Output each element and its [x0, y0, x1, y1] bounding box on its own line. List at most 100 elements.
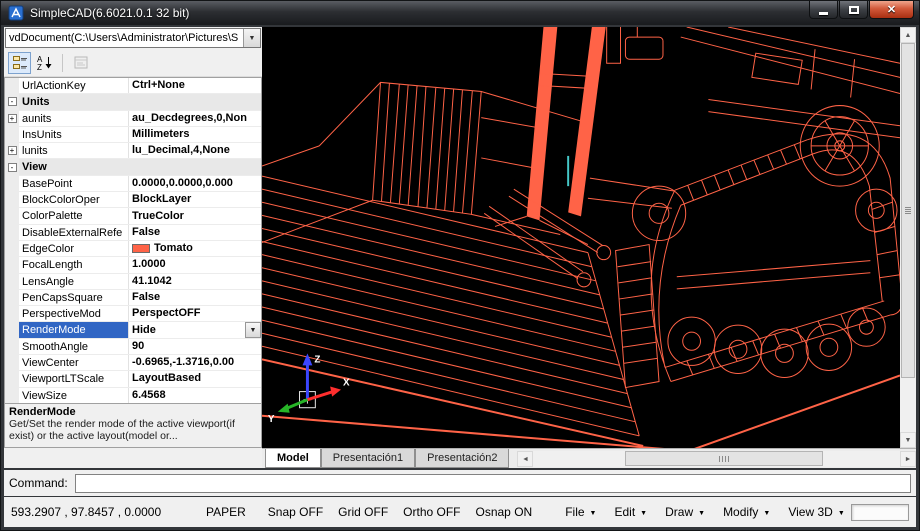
status-toggle[interactable]: Osnap ON	[476, 505, 533, 519]
property-value[interactable]: TrueColor	[129, 208, 261, 223]
property-row[interactable]: + aunits au_Decdegrees,0,Non	[5, 111, 261, 127]
property-name[interactable]: ViewCenter	[19, 355, 129, 370]
status-toggle[interactable]: Grid OFF	[338, 505, 388, 519]
property-name[interactable]: PerspectiveMod	[19, 306, 129, 321]
drawing-viewport[interactable]: Z X Y	[262, 27, 900, 448]
close-button[interactable]: ✕	[869, 1, 914, 19]
layout-tab[interactable]: Presentación1	[321, 449, 415, 468]
property-row[interactable]: - Units	[5, 94, 261, 110]
status-menu[interactable]: Modify ▼	[723, 505, 770, 519]
command-input[interactable]	[75, 474, 911, 493]
minimize-button[interactable]	[809, 1, 838, 19]
property-row[interactable]: LensAngle 41.1042	[5, 274, 261, 290]
property-value[interactable]: False	[129, 225, 261, 240]
property-name[interactable]: BasePoint	[19, 176, 129, 191]
viewport-hscrollbar[interactable]: ◄ ►	[517, 451, 916, 467]
property-value[interactable]: Millimeters	[129, 127, 261, 142]
status-menu-label: Draw	[665, 505, 693, 519]
property-value[interactable]: LayoutBased	[129, 371, 261, 386]
scroll-up-icon[interactable]: ▲	[900, 27, 916, 43]
maximize-button[interactable]	[839, 1, 868, 19]
property-value[interactable]: BlockLayer	[129, 192, 261, 207]
property-row[interactable]: BasePoint 0.0000,0.0000,0.000	[5, 176, 261, 192]
property-value[interactable]: 41.1042	[129, 274, 261, 289]
scroll-left-icon[interactable]: ◄	[517, 451, 533, 467]
property-name[interactable]: lunits	[19, 143, 129, 158]
vscroll-track[interactable]	[900, 43, 916, 432]
scroll-down-icon[interactable]: ▼	[900, 432, 916, 448]
title-bar[interactable]: SimpleCAD(6.6021.0.1 32 bit) ✕	[1, 1, 919, 25]
property-name[interactable]: View	[19, 159, 129, 174]
layout-tab[interactable]: Model	[265, 449, 321, 468]
status-toggle[interactable]: Ortho OFF	[403, 505, 460, 519]
status-toggle[interactable]: Snap OFF	[268, 505, 323, 519]
property-name[interactable]: BlockColorOper	[19, 192, 129, 207]
property-name[interactable]: LensAngle	[19, 274, 129, 289]
status-menu[interactable]: View 3D ▼	[788, 505, 844, 519]
property-row[interactable]: InsUnits Millimeters	[5, 127, 261, 143]
property-name[interactable]: ViewportLTScale	[19, 371, 129, 386]
property-value[interactable]: Hide ▼	[129, 322, 261, 337]
property-row[interactable]: ViewCenter -0.6965,-1.3716,0.00	[5, 355, 261, 371]
categorized-button[interactable]	[8, 52, 31, 74]
status-menu[interactable]: Draw ▼	[665, 505, 705, 519]
document-combo[interactable]: vdDocument(C:\Users\Administrator\Pictur…	[5, 28, 261, 48]
property-value[interactable]: False	[129, 290, 261, 305]
property-name[interactable]: Units	[19, 94, 129, 109]
property-name[interactable]: InsUnits	[19, 127, 129, 142]
expander-icon[interactable]: -	[8, 97, 17, 106]
scroll-right-icon[interactable]: ►	[900, 451, 916, 467]
property-row[interactable]: UrlActionKey Ctrl+None	[5, 78, 261, 94]
paper-space-button[interactable]: PAPER	[206, 505, 246, 519]
hscroll-track[interactable]	[533, 451, 900, 467]
property-name[interactable]: PenCapsSquare	[19, 290, 129, 305]
property-row[interactable]: RenderMode Hide ▼	[5, 322, 261, 338]
property-value[interactable]: au_Decdegrees,0,Non	[129, 111, 261, 126]
property-name[interactable]: SmoothAngle	[19, 339, 129, 354]
property-row[interactable]: PerspectiveMod PerspectOFF	[5, 306, 261, 322]
property-value[interactable]: 90	[129, 339, 261, 354]
property-row[interactable]: ViewportLTScale LayoutBased	[5, 371, 261, 387]
combo-dropdown-icon[interactable]: ▼	[243, 29, 260, 47]
expander-icon[interactable]: +	[8, 114, 17, 123]
property-name[interactable]: aunits	[19, 111, 129, 126]
property-value[interactable]: 0.0000,0.0000,0.000	[129, 176, 261, 191]
property-row[interactable]: + lunits lu_Decimal,4,None	[5, 143, 261, 159]
property-value[interactable]: Ctrl+None	[129, 78, 261, 93]
vscroll-thumb[interactable]	[901, 43, 915, 378]
property-name[interactable]: UrlActionKey	[19, 78, 129, 93]
property-name[interactable]: ColorPalette	[19, 208, 129, 223]
property-value[interactable]: 1.0000	[129, 257, 261, 272]
layout-tab[interactable]: Presentación2	[415, 449, 509, 468]
expander-icon[interactable]: -	[8, 163, 17, 172]
hscroll-thumb[interactable]	[625, 451, 823, 466]
property-value[interactable]: Tomato	[129, 241, 261, 256]
property-value[interactable]	[129, 159, 261, 174]
status-menu[interactable]: Edit ▼	[614, 505, 647, 519]
property-name[interactable]: ViewSize	[19, 388, 129, 403]
property-row[interactable]: ViewSize 6.4568	[5, 388, 261, 404]
property-row[interactable]: EdgeColor Tomato	[5, 241, 261, 257]
alphabetical-sort-button[interactable]: A Z	[33, 52, 56, 74]
status-menu[interactable]: File ▼	[565, 505, 596, 519]
property-name[interactable]: EdgeColor	[19, 241, 129, 256]
value-dropdown-button[interactable]: ▼	[245, 322, 261, 337]
property-row[interactable]: FocalLength 1.0000	[5, 257, 261, 273]
property-value[interactable]: PerspectOFF	[129, 306, 261, 321]
property-row[interactable]: BlockColorOper BlockLayer	[5, 192, 261, 208]
property-value[interactable]	[129, 94, 261, 109]
property-value[interactable]: lu_Decimal,4,None	[129, 143, 261, 158]
property-value[interactable]: 6.4568	[129, 388, 261, 403]
property-row[interactable]: - View	[5, 159, 261, 175]
property-name[interactable]: RenderMode	[19, 322, 129, 337]
property-row[interactable]: DisableExternalRefe False	[5, 225, 261, 241]
property-row[interactable]: SmoothAngle 90	[5, 339, 261, 355]
property-row[interactable]: ColorPalette TrueColor	[5, 208, 261, 224]
propgrid-toolbar: A Z	[4, 49, 262, 77]
property-value[interactable]: -0.6965,-1.3716,0.00	[129, 355, 261, 370]
viewport-vscrollbar[interactable]: ▲ ▼	[900, 27, 916, 448]
property-name[interactable]: FocalLength	[19, 257, 129, 272]
property-name[interactable]: DisableExternalRefe	[19, 225, 129, 240]
expander-icon[interactable]: +	[8, 146, 17, 155]
property-row[interactable]: PenCapsSquare False	[5, 290, 261, 306]
